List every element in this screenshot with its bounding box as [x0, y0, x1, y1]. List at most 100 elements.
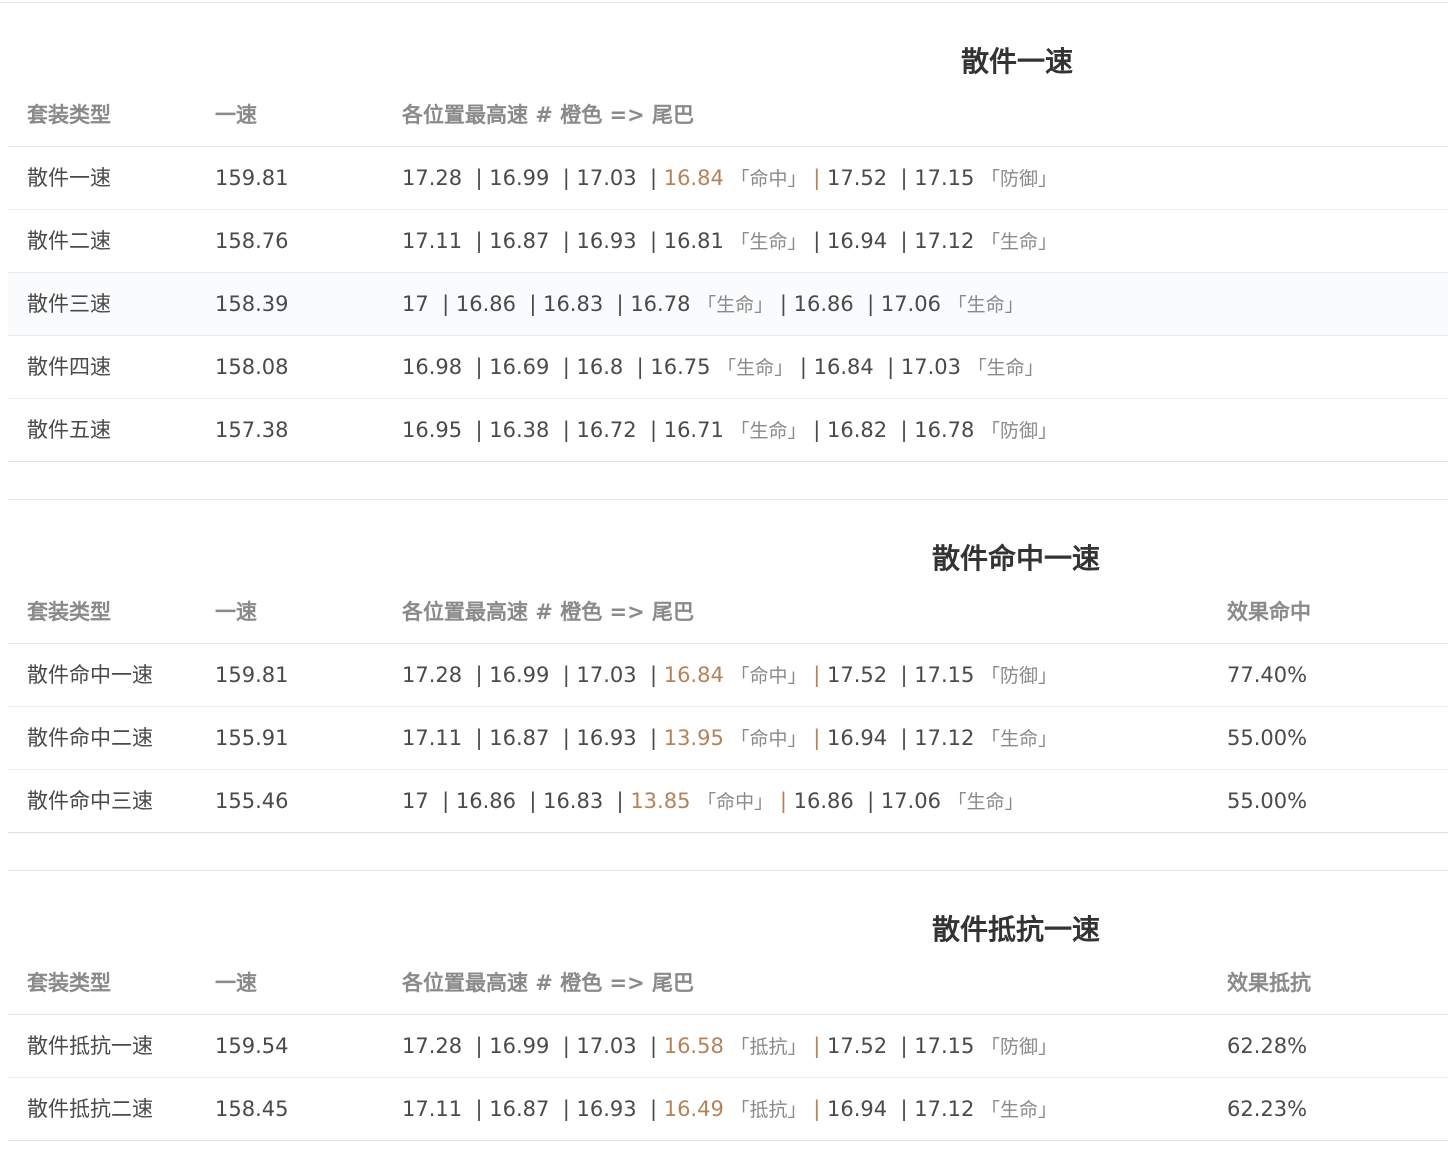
- header-hit: 效果命中: [1227, 600, 1311, 624]
- header-positions: 各位置最高速 # 橙色 => 尾巴: [402, 971, 695, 995]
- position-tag: 「命中」: [697, 791, 774, 813]
- position-tag: 「生命」: [947, 791, 1024, 813]
- position-value: 16.95: [402, 418, 463, 442]
- position-value: 16.49: [663, 1097, 724, 1121]
- position-tag: 「生命」: [730, 420, 807, 442]
- position-value: 17.28: [402, 1034, 463, 1058]
- table-row: 散件一速 159.81 17.28 | 16.99 | 17.03 | 16.84 …: [8, 147, 1448, 210]
- row-speed: 158.08: [215, 355, 289, 379]
- table-header: 套装类型 一速 各位置最高速 # 橙色 => 尾巴 效果抵抗: [8, 952, 1448, 1015]
- row-effect: 62.28%: [1227, 1034, 1308, 1058]
- row-type: 散件抵抗二速: [27, 1097, 153, 1121]
- position-tag: 「生命」: [981, 231, 1058, 253]
- row-speed: 159.81: [215, 166, 289, 190]
- position-value: 17.11: [402, 229, 463, 253]
- row-positions: 17.11 | 16.87 | 16.93 | 13.95 「命中」 | 16.…: [402, 726, 1058, 750]
- section-title: 散件一速: [961, 45, 1074, 78]
- row-speed: 159.81: [215, 663, 289, 687]
- position-value: 17.12: [914, 229, 975, 253]
- table-row: 散件二速 158.76 17.11 | 16.87 | 16.93 | 16.81 …: [8, 210, 1448, 273]
- position-value: 17.15: [914, 663, 975, 687]
- row-effect: 77.40%: [1227, 663, 1308, 687]
- position-value: 17.12: [914, 1097, 975, 1121]
- position-tag: 「生命」: [981, 728, 1058, 750]
- position-value: 17.06: [880, 789, 941, 813]
- row-type: 散件抵抗一速: [27, 1034, 153, 1058]
- header-speed: 一速: [215, 600, 257, 624]
- position-value: 16.84: [813, 355, 874, 379]
- row-speed: 158.76: [215, 229, 289, 253]
- table-row: 散件抵抗一速 159.54 17.28 | 16.99 | 17.03 | 16.5…: [8, 1015, 1448, 1078]
- row-type: 散件一速: [27, 166, 111, 190]
- position-value: 17.52: [826, 166, 888, 190]
- position-tag: 「防御」: [981, 420, 1058, 442]
- position-value: 17.15: [914, 1034, 975, 1058]
- row-type: 散件命中二速: [27, 726, 153, 750]
- position-value: 17.11: [402, 726, 463, 750]
- position-value: 16.83: [543, 789, 604, 813]
- position-value: 17.03: [576, 166, 637, 190]
- position-tag: 「防御」: [981, 1036, 1058, 1058]
- position-value: 16.38: [489, 418, 550, 442]
- header-resist: 效果抵抗: [1227, 971, 1311, 995]
- row-positions: 17.28 | 16.99 | 17.03 | 16.84 「命中」 | 17.…: [402, 663, 1058, 687]
- position-value: 17.52: [826, 663, 888, 687]
- position-tag: 「抵抗」: [730, 1036, 807, 1058]
- position-tag: 「命中」: [730, 168, 807, 190]
- section-title: 散件抵抗一速: [932, 913, 1101, 946]
- position-value: 16.81: [663, 229, 724, 253]
- position-tag: 「命中」: [730, 728, 807, 750]
- position-value: 17.03: [900, 355, 961, 379]
- header-type: 套装类型: [27, 600, 111, 624]
- row-positions: 17.11 | 16.87 | 16.93 | 16.81 「生命」 | 16.…: [402, 229, 1058, 253]
- header-type: 套装类型: [27, 971, 111, 995]
- table-header: 套装类型 一速 各位置最高速 # 橙色 => 尾巴 效果命中: [8, 581, 1448, 644]
- position-tag: 「生命」: [717, 357, 794, 379]
- position-value: 16.87: [489, 229, 550, 253]
- header-speed: 一速: [215, 103, 257, 127]
- position-tag: 「生命」: [967, 357, 1044, 379]
- section-title: 散件命中一速: [932, 542, 1101, 575]
- position-value: 16.87: [489, 726, 550, 750]
- header-type: 套装类型: [27, 103, 111, 127]
- position-value: 16.69: [489, 355, 550, 379]
- position-value: 17.15: [914, 166, 975, 190]
- row-positions: 17.11 | 16.87 | 16.93 | 16.49 「抵抗」 | 16.…: [402, 1097, 1058, 1121]
- position-value: 16.94: [826, 229, 888, 253]
- table-row: 散件四速 158.08 16.98 | 16.69 | 16.8 | 16.75 「…: [8, 336, 1448, 399]
- position-value: 17.03: [576, 663, 637, 687]
- position-value: 16.84: [663, 663, 724, 687]
- position-value: 16.75: [650, 355, 711, 379]
- row-type: 散件二速: [27, 229, 111, 253]
- position-value: 16.94: [826, 1097, 888, 1121]
- position-value: 16.83: [543, 292, 604, 316]
- row-speed: 159.54: [215, 1034, 289, 1058]
- table-row: 散件抵抗二速 158.45 17.11 | 16.87 | 16.93 | 16.4…: [8, 1078, 1448, 1141]
- position-value: 13.95: [663, 726, 724, 750]
- row-type: 散件三速: [27, 292, 111, 316]
- row-type: 散件命中一速: [27, 663, 153, 687]
- row-positions: 17.28 | 16.99 | 17.03 | 16.58 「抵抗」 | 17.…: [402, 1034, 1058, 1058]
- position-value: 16.78: [630, 292, 691, 316]
- header-positions: 各位置最高速 # 橙色 => 尾巴: [402, 600, 695, 624]
- table-row: 散件三速 158.39 17 | 16.86 | 16.83 | 16.78 「生命…: [8, 273, 1448, 336]
- table-row: 散件命中一速 159.81 17.28 | 16.99 | 17.03 | 16.8…: [8, 644, 1448, 707]
- position-value: 16.82: [826, 418, 888, 442]
- position-value: 16.84: [663, 166, 724, 190]
- position-tag: 「生命」: [981, 1099, 1058, 1121]
- table-row: 散件命中三速 155.46 17 | 16.86 | 16.83 | 13.85 「…: [8, 770, 1448, 833]
- table-row: 散件五速 157.38 16.95 | 16.38 | 16.72 | 16.71 …: [8, 399, 1448, 462]
- position-value: 16.78: [914, 418, 975, 442]
- position-value: 16.99: [489, 663, 550, 687]
- header-speed: 一速: [215, 971, 257, 995]
- row-type: 散件五速: [27, 418, 111, 442]
- table-header: 套装类型 一速 各位置最高速 # 橙色 => 尾巴: [8, 84, 1448, 147]
- row-speed: 157.38: [215, 418, 289, 442]
- row-positions: 17 | 16.86 | 16.83 | 13.85 「命中」 | 16.86 …: [402, 789, 1024, 813]
- position-value: 17: [402, 292, 429, 316]
- position-tag: 「防御」: [981, 665, 1058, 687]
- section-divider: [8, 499, 1448, 500]
- position-tag: 「命中」: [730, 665, 807, 687]
- position-value: 16.58: [663, 1034, 724, 1058]
- position-value: 17: [402, 789, 429, 813]
